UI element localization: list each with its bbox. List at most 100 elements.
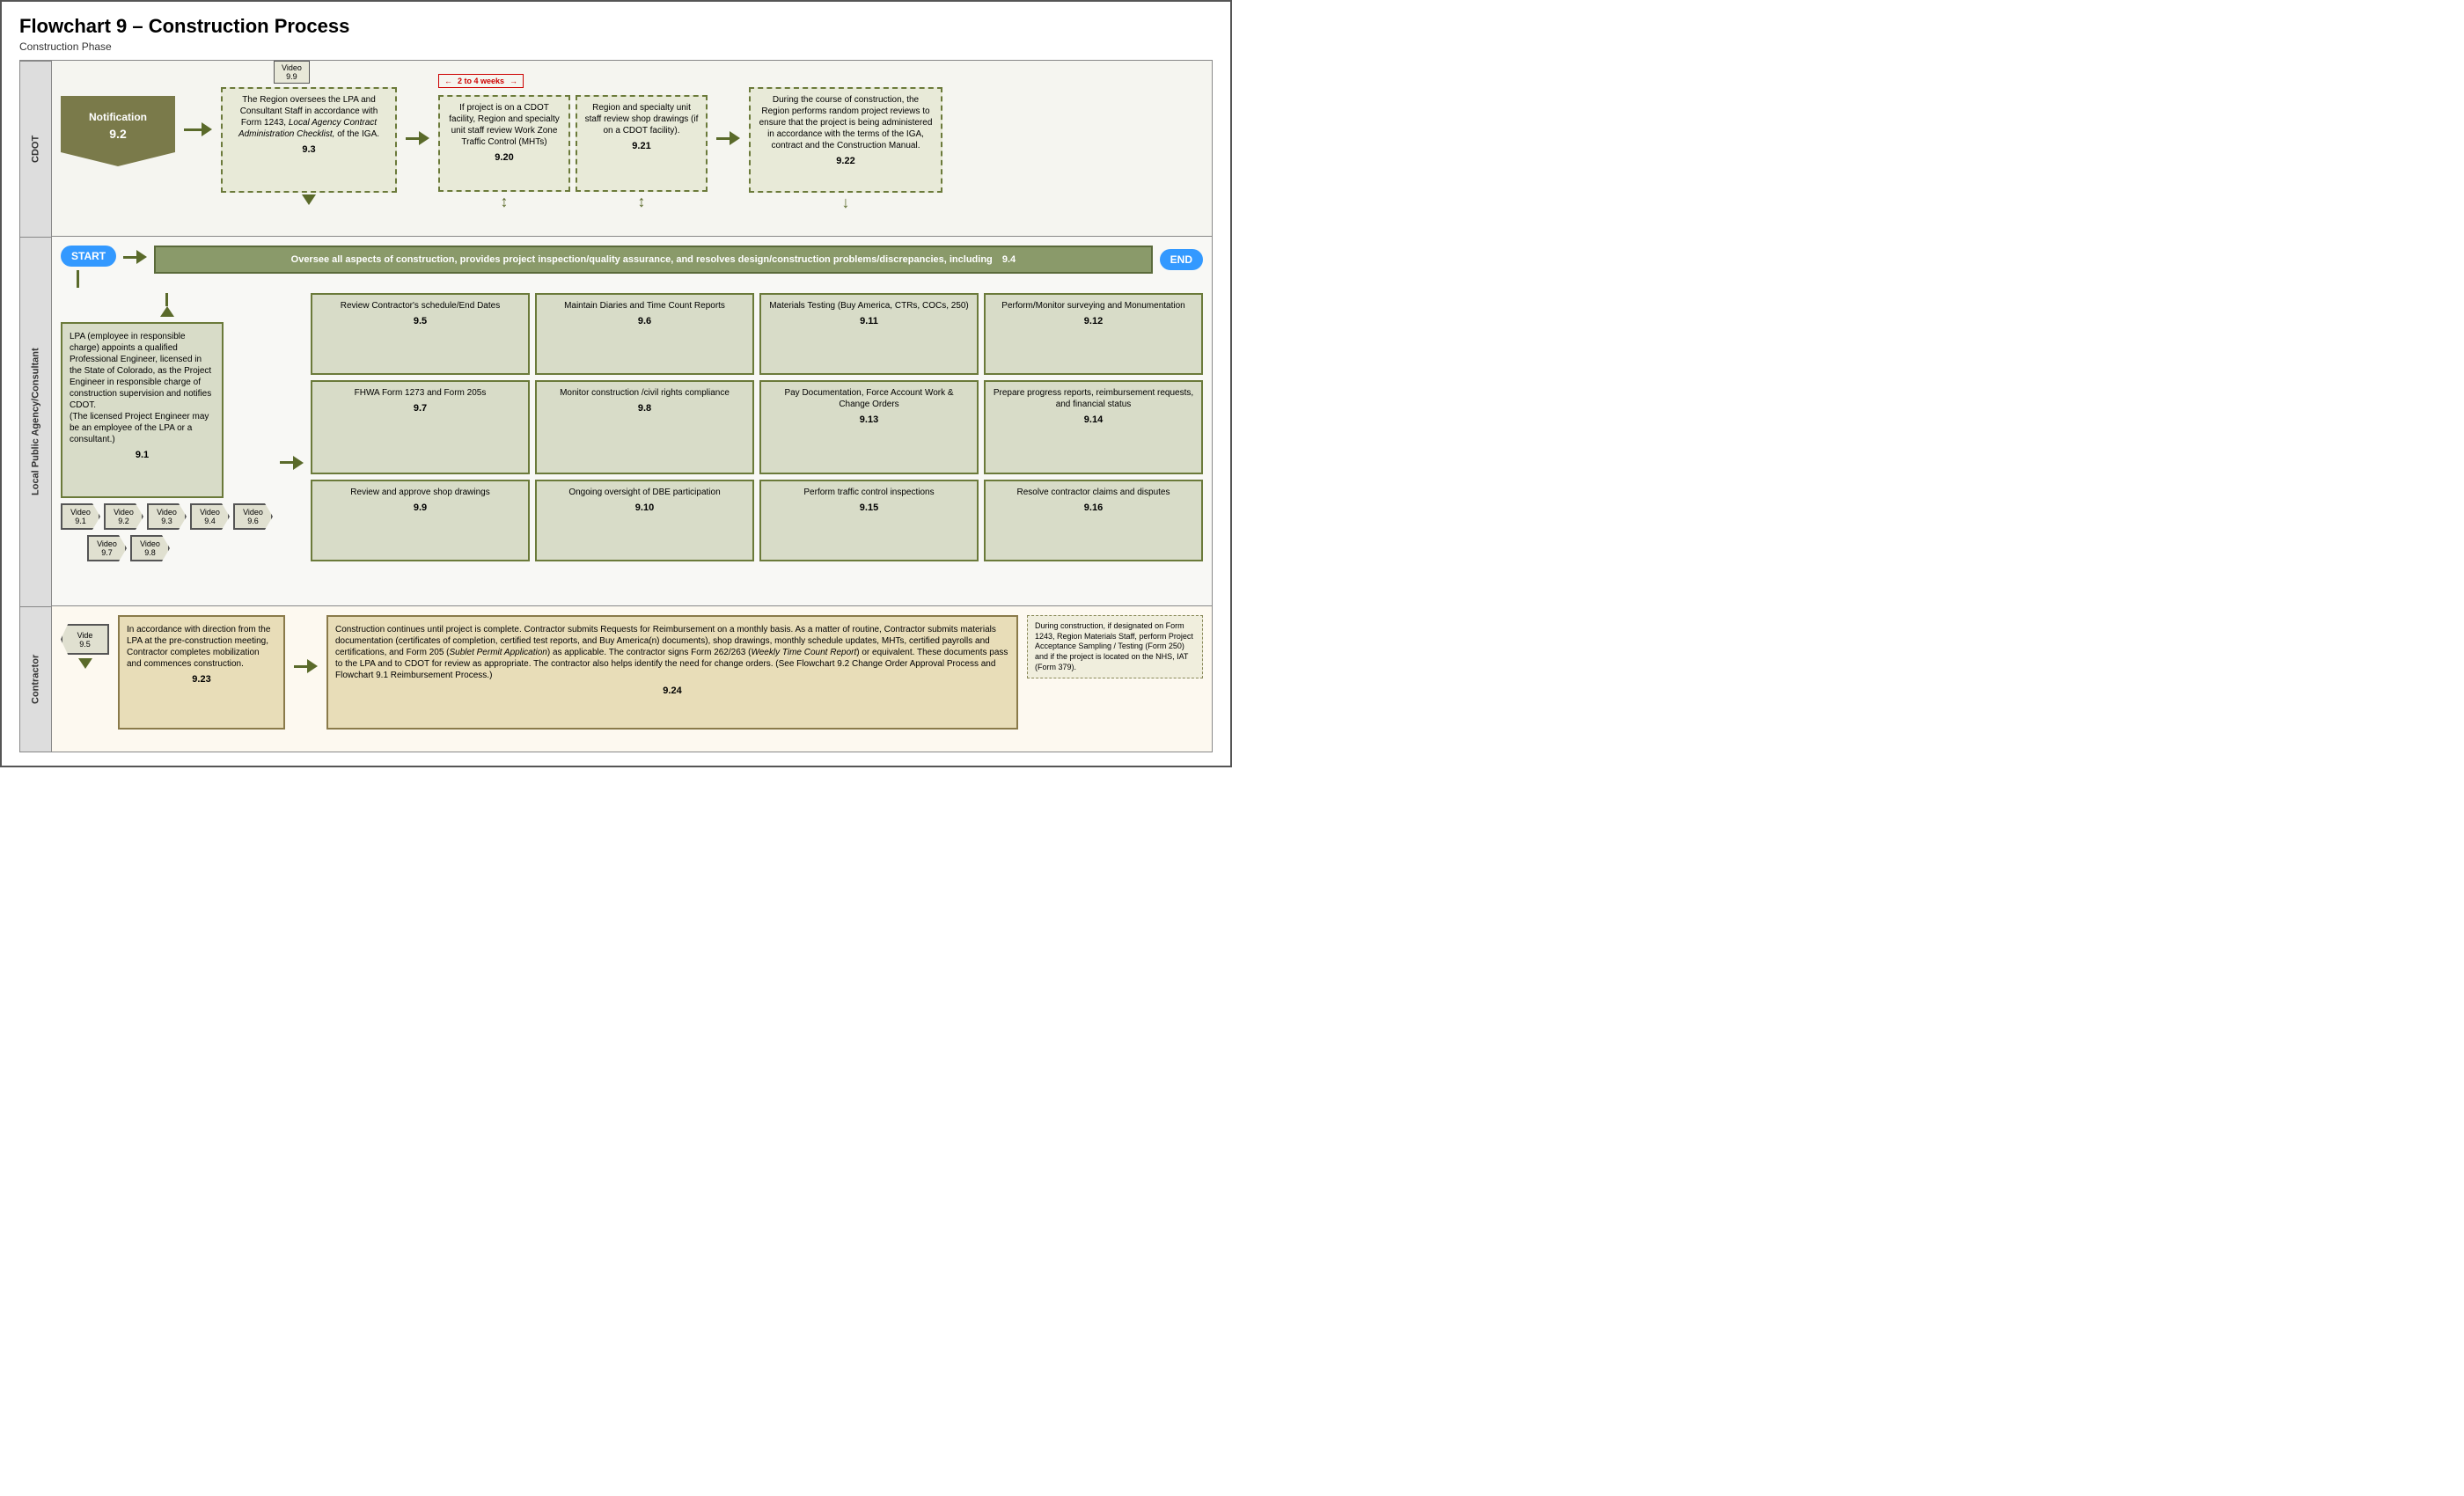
lpa-box-915-number: 9.15 <box>768 502 970 514</box>
page: Flowchart 9 – Construction Process Const… <box>0 0 1232 767</box>
cdot-boxes: Video 9.9 The Region oversees the LPA an… <box>221 70 1203 210</box>
arrow-contractor-right-icon <box>307 659 318 673</box>
lpa-box-99-number: 9.9 <box>319 502 521 514</box>
contractor-box-923-number: 9.23 <box>127 673 276 686</box>
video-badge-98[interactable]: Video 9.8 <box>130 535 170 561</box>
lpa-box-95: Review Contractor's schedule/End Dates 9… <box>311 293 530 375</box>
notification-label: Notification <box>89 111 147 123</box>
lpa-box-99: Review and approve shop drawings 9.9 <box>311 480 530 561</box>
content-area: Notification 9.2 Video <box>52 61 1212 752</box>
cdot-box-920: If project is on a CDOT facility, Region… <box>438 95 570 192</box>
lpa-box-910: Ongoing oversight of DBE participation 9… <box>535 480 754 561</box>
dbl-arrow-922: ↓ <box>842 194 850 210</box>
start-button[interactable]: START <box>61 246 116 267</box>
dbl-arrow-920: ↕ <box>501 194 509 209</box>
notification-box: Notification 9.2 <box>61 96 175 166</box>
cdot-box-93: The Region oversees the LPA and Consulta… <box>221 87 397 193</box>
lpa-box-98: Monitor construction /civil rights compl… <box>535 380 754 473</box>
contractor-row: Vide 9.5 In accordance with direction fr… <box>52 606 1212 752</box>
video-top-label: Video <box>282 63 302 72</box>
video-top-number: 9.9 <box>282 72 302 81</box>
video-badge-94[interactable]: Video 9.4 <box>190 503 230 530</box>
lpa-box-96-text: Maintain Diaries and Time Count Reports <box>544 300 745 312</box>
main-area: CDOT Local Public Agency/Consultant Cont… <box>19 60 1213 752</box>
lpa-left-col: LPA (employee in responsible charge) app… <box>61 293 273 561</box>
lpa-box-916-text: Resolve contractor claims and disputes <box>993 487 1194 498</box>
arrow-up-start <box>160 306 174 317</box>
video-badge-91[interactable]: Video 9.1 <box>61 503 100 530</box>
lpa-box-97: FHWA Form 1273 and Form 205s 9.7 <box>311 380 530 473</box>
lpa-box-98-text: Monitor construction /civil rights compl… <box>544 387 745 399</box>
cdot-box-920-number: 9.20 <box>447 151 561 164</box>
arrow-right-93-icon <box>419 131 429 145</box>
main-banner-text: Oversee all aspects of construction, pro… <box>291 254 993 265</box>
arrow-down-vide <box>78 658 92 669</box>
main-banner: Oversee all aspects of construction, pro… <box>154 246 1153 274</box>
lpa-description-text: LPA (employee in responsible charge) app… <box>70 331 215 445</box>
contractor-note-text: During construction, if designated on Fo… <box>1035 621 1195 672</box>
lpa-box-911-number: 9.11 <box>768 315 970 327</box>
lpa-video-badges-row1: Video 9.1 Video 9.2 Video 9.3 <box>61 503 273 530</box>
lpa-label: Local Public Agency/Consultant <box>20 237 51 606</box>
cdot-box-921-number: 9.21 <box>584 140 699 152</box>
weeks-indicator: ← 2 to 4 weeks → <box>438 74 708 88</box>
lpa-row: START Oversee all aspects of constructio… <box>52 237 1212 606</box>
lpa-box-914-text: Prepare progress reports, reimbursement … <box>993 387 1194 410</box>
cdot-box-922-text: During the course of construction, the R… <box>758 94 934 151</box>
cdot-box-93-number: 9.3 <box>230 143 388 156</box>
phase-label: Construction Phase <box>19 40 1213 53</box>
lpa-box-95-text: Review Contractor's schedule/End Dates <box>319 300 521 312</box>
lpa-grid: Review Contractor's schedule/End Dates 9… <box>311 293 1203 561</box>
lpa-box-912: Perform/Monitor surveying and Monumentat… <box>984 293 1203 375</box>
lpa-description-box: LPA (employee in responsible charge) app… <box>61 322 224 498</box>
lpa-box-95-number: 9.5 <box>319 315 521 327</box>
vide-badge-95[interactable]: Vide 9.5 <box>61 624 109 655</box>
lpa-box-910-number: 9.10 <box>544 502 745 514</box>
video-badge-96[interactable]: Video 9.6 <box>233 503 273 530</box>
arrow-right-icon <box>202 122 212 136</box>
video-badge-93[interactable]: Video 9.3 <box>147 503 187 530</box>
lpa-box-911-text: Materials Testing (Buy America, CTRs, CO… <box>768 300 970 312</box>
contractor-right-note: During construction, if designated on Fo… <box>1027 615 1203 678</box>
lpa-description-number: 9.1 <box>70 449 215 461</box>
lpa-box-99-text: Review and approve shop drawings <box>319 487 521 498</box>
contractor-box-924: Construction continues until project is … <box>326 615 1018 730</box>
lpa-content: START Oversee all aspects of constructio… <box>61 246 1203 561</box>
cdot-box-922-number: 9.22 <box>758 155 934 167</box>
lpa-box-97-number: 9.7 <box>319 402 521 414</box>
lpa-box-914: Prepare progress reports, reimbursement … <box>984 380 1203 473</box>
lpa-box-912-number: 9.12 <box>993 315 1194 327</box>
weeks-label: 2 to 4 weeks <box>458 77 504 85</box>
arrow-right-921-icon <box>730 131 740 145</box>
lpa-box-96-number: 9.6 <box>544 315 745 327</box>
video-badge-92[interactable]: Video 9.2 <box>104 503 143 530</box>
main-banner-number: 9.4 <box>1002 254 1016 265</box>
lpa-top: START Oversee all aspects of constructio… <box>61 246 1203 288</box>
lpa-box-97-text: FHWA Form 1273 and Form 205s <box>319 387 521 399</box>
lpa-box-913: Pay Documentation, Force Account Work & … <box>759 380 979 473</box>
notification-number: 9.2 <box>109 127 126 141</box>
page-title: Flowchart 9 – Construction Process <box>19 15 1213 38</box>
contractor-box-923: In accordance with direction from the LP… <box>118 615 285 730</box>
video-badge-97[interactable]: Video 9.7 <box>87 535 127 561</box>
contractor-label: Contractor <box>20 606 51 752</box>
lpa-main-content: LPA (employee in responsible charge) app… <box>61 293 1203 561</box>
cdot-row: Notification 9.2 Video <box>52 61 1212 237</box>
end-button[interactable]: END <box>1160 249 1203 270</box>
lpa-box-916: Resolve contractor claims and disputes 9… <box>984 480 1203 561</box>
arrow-lpa-right-icon <box>293 456 304 470</box>
lpa-box-96: Maintain Diaries and Time Count Reports … <box>535 293 754 375</box>
arrow-down-icon-93 <box>302 194 316 205</box>
cdot-box-93-text: The Region oversees the LPA and Consulta… <box>230 94 388 140</box>
lpa-box-913-number: 9.13 <box>768 414 970 426</box>
cdot-box-921: Region and specialty unit staff review s… <box>576 95 708 192</box>
lpa-box-915-text: Perform traffic control inspections <box>768 487 970 498</box>
lpa-box-911: Materials Testing (Buy America, CTRs, CO… <box>759 293 979 375</box>
cdot-box-920-text: If project is on a CDOT facility, Region… <box>447 102 561 148</box>
lpa-box-914-number: 9.14 <box>993 414 1194 426</box>
lpa-box-915: Perform traffic control inspections 9.15 <box>759 480 979 561</box>
cdot-box-922: During the course of construction, the R… <box>749 87 942 193</box>
lpa-box-910-text: Ongoing oversight of DBE participation <box>544 487 745 498</box>
lpa-video-badges-row2: Video 9.7 Video 9.8 <box>87 535 273 561</box>
video-badge-top: Video 9.9 <box>274 61 310 84</box>
